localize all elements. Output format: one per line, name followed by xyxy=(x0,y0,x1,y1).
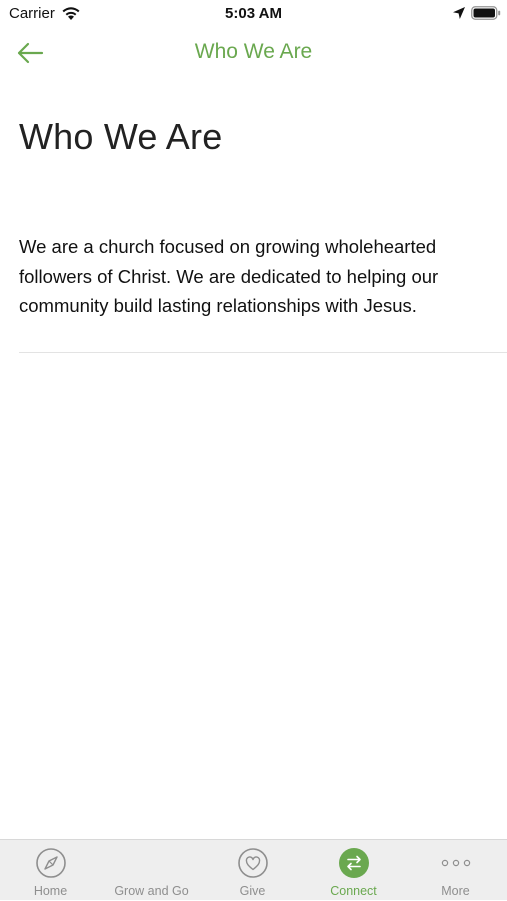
tab-label: Connect xyxy=(330,884,377,898)
tab-label: Grow and Go xyxy=(114,884,189,898)
tab-bar: Home Grow and Go Give Connect More xyxy=(0,839,507,900)
tab-label: Home xyxy=(33,884,68,898)
tab-more[interactable]: More xyxy=(405,840,506,901)
tab-grow-and-go[interactable]: Grow and Go xyxy=(101,840,202,901)
tab-label: More xyxy=(441,884,470,898)
more-dots-icon xyxy=(441,859,470,867)
page-title: Who We Are xyxy=(19,116,223,157)
battery-icon xyxy=(471,6,501,20)
tab-give[interactable]: Give xyxy=(202,840,303,901)
heart-icon xyxy=(237,848,268,878)
compass-icon xyxy=(35,848,66,878)
nav-title: Who We Are xyxy=(194,40,313,63)
tab-connect[interactable]: Connect xyxy=(303,840,404,901)
navigation-bar: Who We Are xyxy=(0,30,507,76)
status-time: 5:03 AM xyxy=(225,5,282,22)
page-description: We are a church focused on growing whole… xyxy=(19,236,439,316)
status-bar: Carrier 5:03 AM xyxy=(0,0,507,30)
arrows-swap-icon xyxy=(338,848,369,878)
tab-home[interactable]: Home xyxy=(0,840,101,901)
tab-label: Give xyxy=(239,884,266,898)
divider xyxy=(19,352,507,353)
location-icon xyxy=(453,7,465,19)
